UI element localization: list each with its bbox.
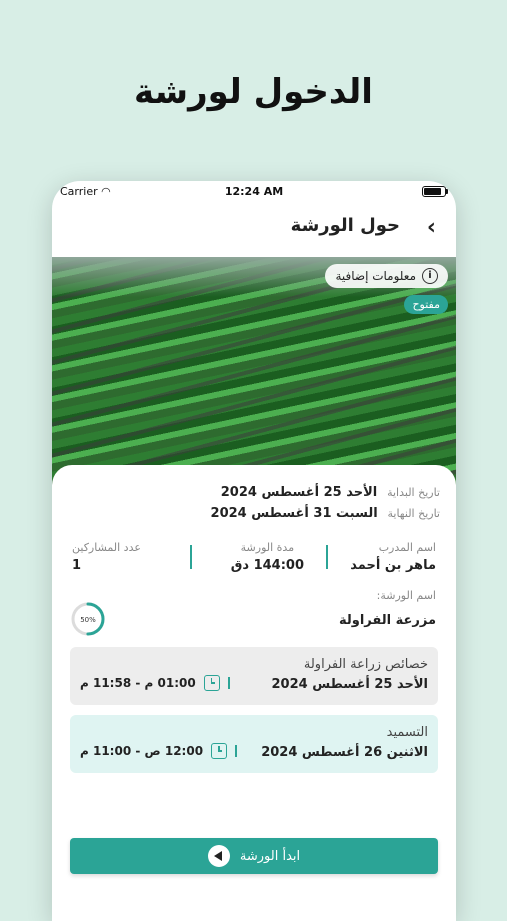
nav-bar: › حول الورشة — [52, 209, 456, 245]
duration-label: مدة الورشة — [240, 541, 295, 554]
workshop-name-value: مزرعة الفراولة — [339, 613, 436, 628]
trainer-label: اسم المدرب — [378, 541, 436, 554]
status-bar: Carrier ◠ 12:24 AM — [52, 181, 456, 203]
duration-value: 144:00 دق — [230, 558, 304, 573]
session-title: التسميد — [386, 725, 428, 740]
session-time: 12:00 ص - 11:00 م — [80, 744, 204, 758]
play-icon — [207, 845, 230, 867]
progress-label: 50% — [80, 616, 96, 624]
participants-stat: عدد المشاركين 1 — [72, 541, 141, 573]
session-date: الأحد 25 أغسطس 2024 — [271, 677, 429, 692]
divider — [190, 545, 192, 569]
trainer-stat: اسم المدرب ماهر بن أحمد — [350, 541, 436, 573]
end-date-value: السبت 31 أغسطس 2024 — [210, 506, 378, 521]
more-info-label: معلومات إضافية — [335, 269, 416, 283]
clock-icon — [203, 675, 220, 691]
battery-icon — [422, 186, 448, 197]
clock-icon — [211, 743, 228, 759]
status-time: 12:24 AM — [224, 185, 284, 198]
back-button[interactable]: › — [427, 215, 436, 240]
divider — [235, 745, 238, 757]
progress-ring: 50% — [71, 602, 105, 636]
session-title: خصائص زراعة الفراولة — [303, 657, 428, 672]
trainer-value: ماهر بن أحمد — [350, 558, 436, 573]
session-time-block: 12:00 ص - 11:00 م — [80, 743, 238, 759]
status-badge: مفتوح — [404, 295, 448, 314]
stats-row: اسم المدرب ماهر بن أحمد مدة الورشة 144:0… — [68, 541, 440, 583]
end-date-label: تاريخ النهاية — [387, 507, 441, 520]
page-title: حول الورشة — [290, 215, 400, 236]
session-time-block: 01:00 م - 11:58 م — [80, 675, 230, 691]
start-date-value: الأحد 25 أغسطس 2024 — [220, 485, 378, 500]
session-card[interactable]: التسميد الاثنين 26 أغسطس 2024 12:00 ص - … — [70, 715, 438, 773]
page-headline: الدخول لورشة — [134, 72, 373, 112]
divider — [326, 545, 328, 569]
workshop-hero-image — [52, 257, 456, 497]
phone-frame: Carrier ◠ 12:24 AM › حول الورشة i معلوما… — [52, 181, 456, 921]
divider — [227, 677, 230, 689]
dates-block: تاريخ البداية الأحد 25 أغسطس 2024 تاريخ … — [211, 485, 440, 527]
participants-value: 1 — [72, 558, 82, 573]
session-card[interactable]: خصائص زراعة الفراولة الأحد 25 أغسطس 2024… — [70, 647, 438, 705]
info-icon: i — [422, 268, 438, 284]
duration-stat: مدة الورشة 144:00 دق — [231, 541, 304, 573]
participants-label: عدد المشاركين — [72, 541, 141, 554]
start-workshop-label: ابدأ الورشة — [239, 848, 301, 864]
start-date-label: تاريخ البداية — [387, 486, 440, 499]
session-time: 01:00 م - 11:58 م — [80, 676, 196, 690]
workshop-name-label: اسم الورشة: — [376, 589, 436, 602]
details-card: تاريخ البداية الأحد 25 أغسطس 2024 تاريخ … — [52, 465, 456, 921]
start-workshop-button[interactable]: ابدأ الورشة — [70, 838, 438, 874]
session-date: الاثنين 26 أغسطس 2024 — [261, 745, 428, 760]
more-info-button[interactable]: i معلومات إضافية — [325, 264, 448, 288]
